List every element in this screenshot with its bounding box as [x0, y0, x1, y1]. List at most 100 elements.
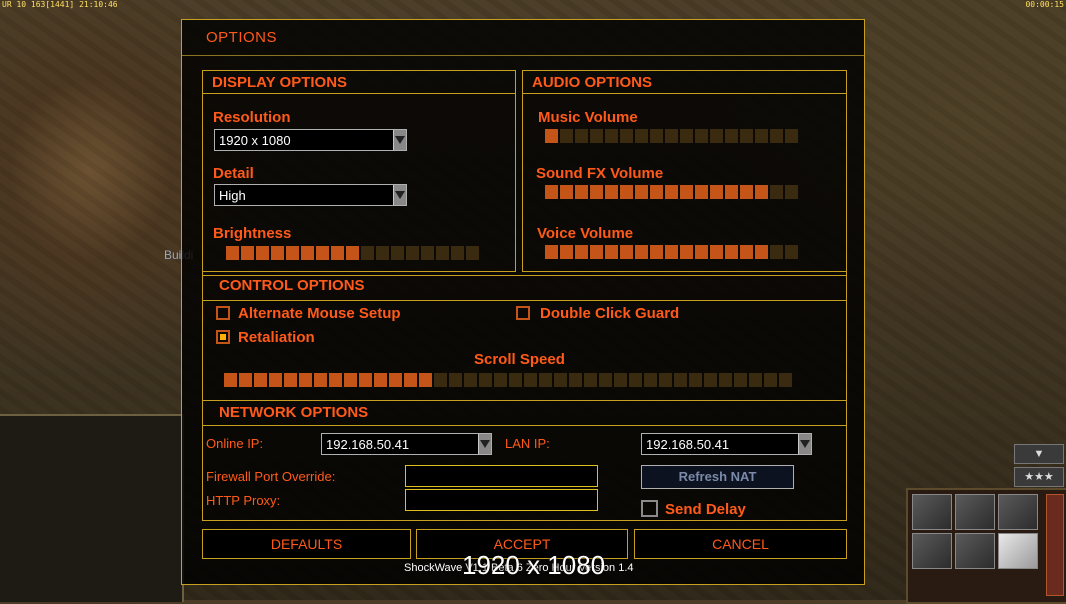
slider-segment[interactable] — [545, 129, 558, 143]
slider-segment[interactable] — [629, 373, 642, 387]
slider-segment[interactable] — [545, 245, 558, 259]
online-ip-dropdown[interactable]: 192.168.50.41 — [321, 433, 492, 455]
slider-segment[interactable] — [560, 185, 573, 199]
slider-segment[interactable] — [346, 246, 359, 260]
slider-segment[interactable] — [725, 245, 738, 259]
slider-segment[interactable] — [665, 245, 678, 259]
unit-slot[interactable] — [998, 533, 1038, 569]
slider-segment[interactable] — [316, 246, 329, 260]
http-proxy-input[interactable] — [405, 489, 598, 511]
send-delay-checkbox[interactable] — [641, 500, 658, 517]
slider-segment[interactable] — [451, 246, 464, 260]
slider-segment[interactable] — [554, 373, 567, 387]
unit-slot[interactable] — [955, 533, 995, 569]
scroll-speed-slider[interactable] — [224, 373, 792, 387]
unit-slot[interactable] — [998, 494, 1038, 530]
slider-segment[interactable] — [590, 185, 603, 199]
cancel-button[interactable]: CANCEL — [634, 529, 847, 559]
slider-segment[interactable] — [704, 373, 717, 387]
slider-segment[interactable] — [256, 246, 269, 260]
slider-segment[interactable] — [740, 245, 753, 259]
slider-segment[interactable] — [359, 373, 372, 387]
slider-segment[interactable] — [755, 129, 768, 143]
slider-segment[interactable] — [271, 246, 284, 260]
slider-segment[interactable] — [650, 245, 663, 259]
slider-segment[interactable] — [635, 129, 648, 143]
slider-segment[interactable] — [710, 185, 723, 199]
slider-segment[interactable] — [605, 185, 618, 199]
slider-segment[interactable] — [680, 185, 693, 199]
slider-segment[interactable] — [590, 245, 603, 259]
slider-segment[interactable] — [494, 373, 507, 387]
slider-segment[interactable] — [575, 185, 588, 199]
slider-segment[interactable] — [770, 185, 783, 199]
slider-segment[interactable] — [374, 373, 387, 387]
slider-segment[interactable] — [770, 245, 783, 259]
slider-segment[interactable] — [560, 245, 573, 259]
slider-segment[interactable] — [344, 373, 357, 387]
slider-segment[interactable] — [590, 129, 603, 143]
slider-segment[interactable] — [725, 185, 738, 199]
slider-segment[interactable] — [421, 246, 434, 260]
slider-segment[interactable] — [436, 246, 449, 260]
slider-segment[interactable] — [466, 246, 479, 260]
slider-segment[interactable] — [620, 185, 633, 199]
slider-segment[interactable] — [740, 185, 753, 199]
slider-segment[interactable] — [419, 373, 432, 387]
slider-segment[interactable] — [286, 246, 299, 260]
slider-segment[interactable] — [376, 246, 389, 260]
slider-segment[interactable] — [665, 129, 678, 143]
slider-segment[interactable] — [695, 245, 708, 259]
slider-segment[interactable] — [449, 373, 462, 387]
slider-segment[interactable] — [224, 373, 237, 387]
slider-segment[interactable] — [740, 129, 753, 143]
slider-segment[interactable] — [560, 129, 573, 143]
slider-segment[interactable] — [269, 373, 282, 387]
slider-segment[interactable] — [650, 129, 663, 143]
slider-segment[interactable] — [635, 185, 648, 199]
music-volume-slider[interactable] — [545, 129, 798, 143]
slider-segment[interactable] — [605, 245, 618, 259]
slider-segment[interactable] — [389, 373, 402, 387]
slider-segment[interactable] — [674, 373, 687, 387]
unit-slot[interactable] — [912, 494, 952, 530]
slider-segment[interactable] — [301, 246, 314, 260]
slider-segment[interactable] — [391, 246, 404, 260]
brightness-slider[interactable] — [226, 246, 479, 260]
double-click-guard-checkbox[interactable] — [516, 306, 530, 320]
slider-segment[interactable] — [710, 129, 723, 143]
slider-segment[interactable] — [299, 373, 312, 387]
slider-segment[interactable] — [406, 246, 419, 260]
scroll-down-button[interactable]: ▼ — [1014, 444, 1064, 464]
slider-segment[interactable] — [644, 373, 657, 387]
unit-slot[interactable] — [955, 494, 995, 530]
slider-segment[interactable] — [539, 373, 552, 387]
slider-segment[interactable] — [584, 373, 597, 387]
slider-segment[interactable] — [479, 373, 492, 387]
rank-stars-button[interactable]: ★★★ — [1014, 467, 1064, 487]
slider-segment[interactable] — [719, 373, 732, 387]
slider-segment[interactable] — [680, 129, 693, 143]
retaliation-checkbox[interactable] — [216, 330, 230, 344]
slider-segment[interactable] — [239, 373, 252, 387]
slider-segment[interactable] — [665, 185, 678, 199]
lan-ip-dropdown[interactable]: 192.168.50.41 — [641, 433, 812, 455]
slider-segment[interactable] — [404, 373, 417, 387]
sfx-volume-slider[interactable] — [545, 185, 798, 199]
slider-segment[interactable] — [755, 185, 768, 199]
slider-segment[interactable] — [524, 373, 537, 387]
slider-segment[interactable] — [569, 373, 582, 387]
minimap[interactable] — [0, 414, 184, 602]
slider-segment[interactable] — [575, 129, 588, 143]
slider-segment[interactable] — [284, 373, 297, 387]
slider-segment[interactable] — [689, 373, 702, 387]
slider-segment[interactable] — [785, 129, 798, 143]
slider-segment[interactable] — [695, 185, 708, 199]
slider-segment[interactable] — [575, 245, 588, 259]
slider-segment[interactable] — [635, 245, 648, 259]
slider-segment[interactable] — [314, 373, 327, 387]
slider-segment[interactable] — [749, 373, 762, 387]
slider-segment[interactable] — [770, 129, 783, 143]
slider-segment[interactable] — [509, 373, 522, 387]
slider-segment[interactable] — [545, 185, 558, 199]
